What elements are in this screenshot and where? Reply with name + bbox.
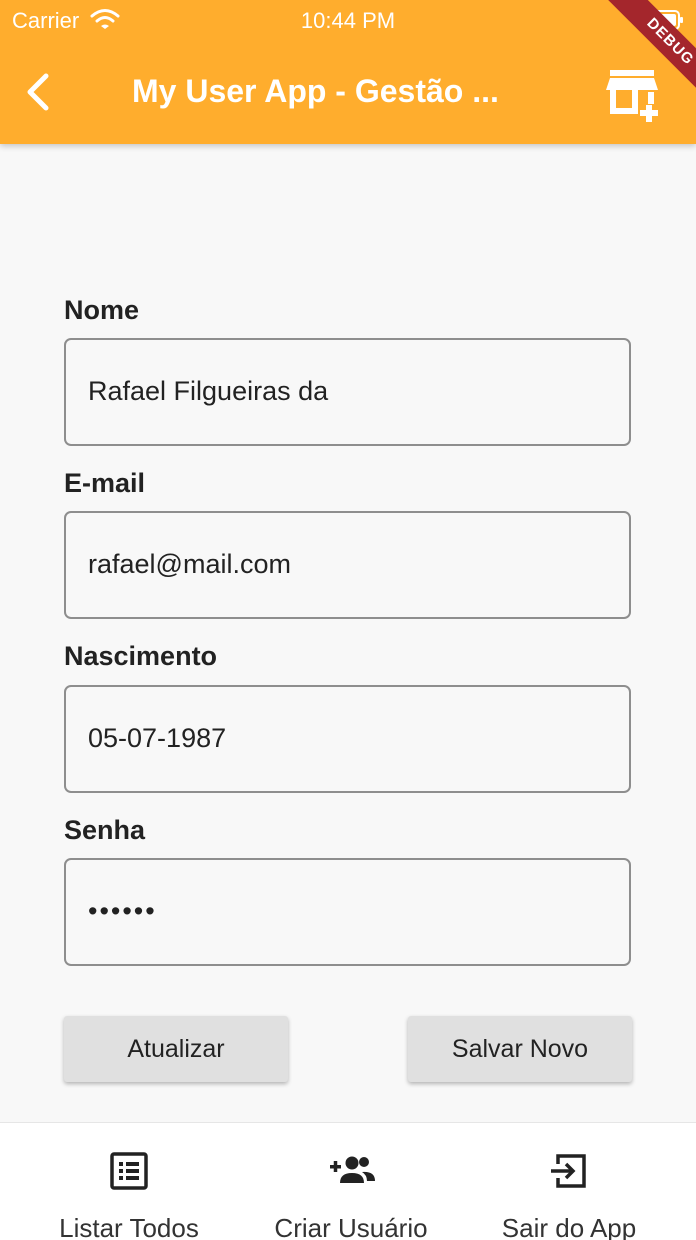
birth-label: Nascimento <box>64 641 218 671</box>
group-add-icon <box>330 1156 375 1183</box>
update-button[interactable]: Atualizar <box>64 1016 288 1082</box>
nav-label-create-user: Criar Usuário <box>274 1213 428 1240</box>
screen: Carrier 10:44 PM My User App - Gestão ..… <box>0 0 696 1240</box>
app-bar: Carrier 10:44 PM My User App - Gestão ..… <box>0 0 696 144</box>
exit-icon <box>551 1154 586 1188</box>
birth-date-field[interactable]: 05-07-1987 <box>64 685 631 793</box>
status-time: 10:44 PM <box>300 8 396 33</box>
nav-label-exit-app: Sair do App <box>501 1213 637 1240</box>
password-field[interactable]: •••••• <box>64 858 631 966</box>
nav-item-create-user[interactable]: Criar Usuário <box>235 1123 467 1240</box>
app-title: My User App - Gestão ... <box>132 73 499 109</box>
add-business-icon[interactable] <box>606 70 668 122</box>
name-value: Rafael Filgueiras da <box>88 376 329 406</box>
nav-item-list-all[interactable]: Listar Todos <box>13 1123 245 1240</box>
save-new-button[interactable]: Salvar Novo <box>408 1016 632 1082</box>
password-value: •••••• <box>88 896 157 926</box>
name-label: Nome <box>64 295 140 325</box>
nav-item-exit-app[interactable]: Sair do App <box>453 1123 685 1240</box>
password-label: Senha <box>64 815 146 845</box>
name-field[interactable]: Rafael Filgueiras da <box>64 338 631 446</box>
bottom-nav: Listar Todos Criar Usuário Sair do App <box>0 1122 696 1240</box>
email-field[interactable]: rafael@mail.com <box>64 511 631 619</box>
back-icon[interactable] <box>22 70 58 114</box>
birth-date-value: 05-07-1987 <box>88 723 227 753</box>
list-icon <box>110 1152 148 1190</box>
nav-label-list-all: Listar Todos <box>59 1213 199 1240</box>
email-label: E-mail <box>64 468 146 498</box>
email-value: rafael@mail.com <box>88 549 291 579</box>
